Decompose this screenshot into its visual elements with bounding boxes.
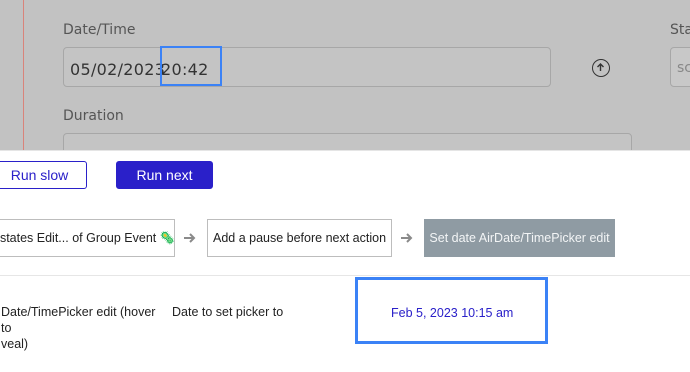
datetime-input[interactable]: 05/02/2023 20:42 (63, 47, 551, 87)
upload-circle-icon[interactable] (592, 59, 610, 77)
datetime-date-value[interactable]: 05/02/2023 (70, 60, 165, 79)
field-name: Date to set picker to (172, 305, 284, 319)
status-select[interactable]: sc (670, 47, 690, 87)
background-form: Date/Time 05/02/2023 20:42 Sta sc Durati… (0, 0, 690, 150)
duration-input[interactable] (63, 133, 632, 150)
run-next-button[interactable]: Run next (116, 161, 213, 189)
value-highlight-box (355, 277, 548, 344)
divider (0, 275, 690, 276)
step-description-line1: Date/TimePicker edit (hover to (1, 305, 156, 335)
step-item-edit-group-event[interactable]: t states Edit... of Group Event 🦠 (0, 219, 175, 257)
automation-panel: Run slow Run next t states Edit... of Gr… (0, 150, 690, 372)
time-highlight-box (160, 46, 222, 86)
status-select-value: sc (677, 60, 690, 76)
duration-label: Duration (63, 108, 124, 124)
form-edge-line (23, 0, 24, 150)
arrow-right-icon (401, 233, 413, 243)
run-slow-button[interactable]: Run slow (0, 161, 87, 189)
arrow-right-icon (184, 233, 196, 243)
step-item-add-pause[interactable]: Add a pause before next action (207, 219, 392, 257)
step-description-line2: veal) (1, 337, 29, 351)
status-label: Sta (670, 22, 690, 38)
datetime-label: Date/Time (63, 22, 136, 38)
step-description: Date/TimePicker edit (hover to veal) (1, 304, 166, 352)
step-item-set-date-active[interactable]: Set date AirDate/TimePicker edit (424, 219, 615, 257)
